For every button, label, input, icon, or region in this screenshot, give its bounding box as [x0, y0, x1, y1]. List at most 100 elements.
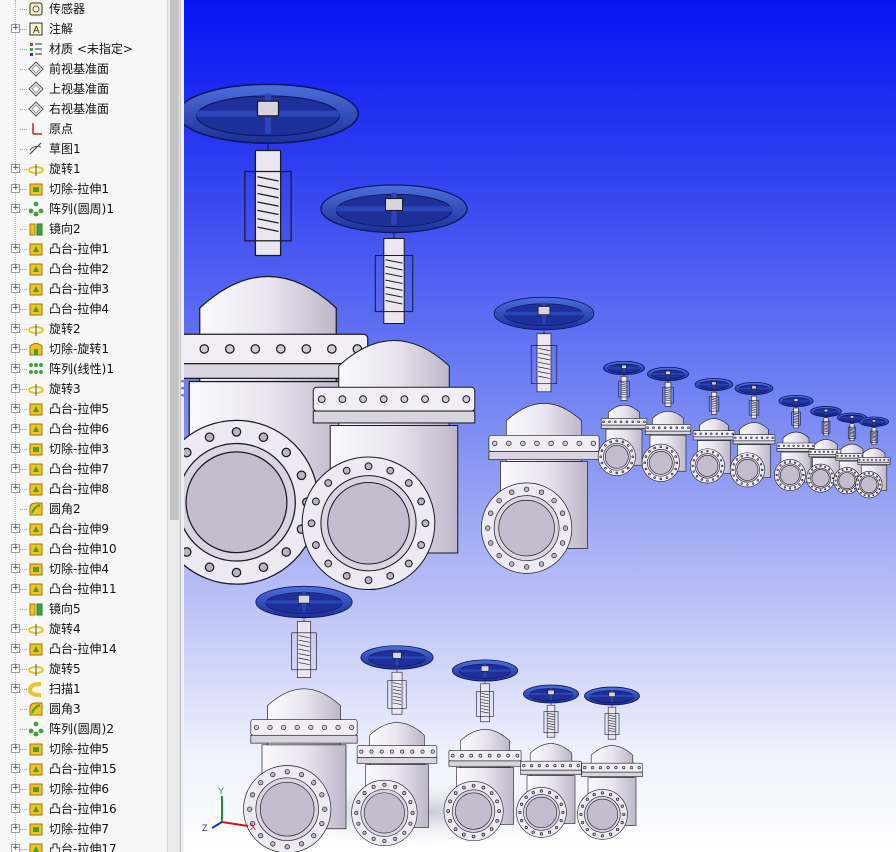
- tree-item[interactable]: 圆角3: [0, 699, 167, 719]
- tree-item[interactable]: 阵列(圆周)2: [0, 719, 167, 739]
- gate-valve-model[interactable]: [301, 184, 476, 591]
- expand-toggle-icon[interactable]: +: [11, 524, 20, 533]
- tree-item-label: 圆角2: [49, 502, 81, 516]
- tree-item[interactable]: 上视基准面: [0, 79, 167, 99]
- tree-item[interactable]: + 切除-拉伸3: [0, 439, 167, 459]
- expand-toggle-icon[interactable]: +: [11, 184, 20, 193]
- tree-item[interactable]: 原点: [0, 119, 167, 139]
- expand-toggle-icon[interactable]: +: [11, 644, 20, 653]
- tree-scrollbar[interactable]: [167, 0, 181, 852]
- tree-item[interactable]: + 阵列(线性)1: [0, 359, 167, 379]
- gate-valve-model[interactable]: [481, 296, 600, 574]
- tree-item[interactable]: 前视基准面: [0, 59, 167, 79]
- tree-item[interactable]: + 凸台-拉伸2: [0, 259, 167, 279]
- tree-item[interactable]: 右视基准面: [0, 99, 167, 119]
- revolve-icon: [28, 164, 44, 176]
- expand-toggle-icon[interactable]: +: [11, 664, 20, 673]
- tree-item[interactable]: + 旋转5: [0, 659, 167, 679]
- expand-toggle-icon[interactable]: +: [11, 464, 20, 473]
- expand-toggle-icon[interactable]: +: [11, 164, 20, 173]
- tree-item[interactable]: + 凸台-拉伸8: [0, 479, 167, 499]
- tree-item[interactable]: + 凸台-拉伸4: [0, 299, 167, 319]
- tree-item[interactable]: + 凸台-拉伸11: [0, 579, 167, 599]
- tree-item[interactable]: + 切除-拉伸7: [0, 819, 167, 839]
- tree-item[interactable]: + 凸台-拉伸14: [0, 639, 167, 659]
- expand-toggle-icon[interactable]: +: [11, 784, 20, 793]
- expand-toggle-icon[interactable]: +: [11, 564, 20, 573]
- tree-item[interactable]: + 切除-拉伸1: [0, 179, 167, 199]
- gate-valve-model[interactable]: [577, 686, 643, 840]
- gate-valve-model[interactable]: [351, 645, 438, 846]
- tree-item[interactable]: 草图1: [0, 139, 167, 159]
- expand-toggle-icon[interactable]: +: [11, 624, 20, 633]
- gate-valve-model[interactable]: [729, 381, 776, 488]
- expand-toggle-icon[interactable]: +: [11, 824, 20, 833]
- expand-toggle-icon[interactable]: +: [11, 324, 20, 333]
- gate-valve-model[interactable]: [243, 585, 358, 852]
- cut-revolve-icon: [29, 343, 43, 356]
- tree-connector: [20, 789, 27, 790]
- tree-item[interactable]: + A 注解: [0, 19, 167, 39]
- tree-item[interactable]: + 阵列(圆周)1: [0, 199, 167, 219]
- tree-connector: [20, 729, 27, 730]
- gate-valve-model[interactable]: [597, 360, 648, 476]
- tree-item[interactable]: + 凸台-拉伸16: [0, 799, 167, 819]
- tree-item-label: 切除-拉伸5: [49, 742, 109, 756]
- expand-toggle-icon[interactable]: +: [11, 364, 20, 373]
- tree-item[interactable]: 传感器: [0, 0, 167, 19]
- tree-item[interactable]: + 凸台-拉伸17: [0, 839, 167, 852]
- tree-item[interactable]: + 凸台-拉伸10: [0, 539, 167, 559]
- expand-toggle-icon[interactable]: +: [11, 24, 20, 33]
- tree-item[interactable]: + 凸台-拉伸7: [0, 459, 167, 479]
- expand-toggle-icon[interactable]: +: [11, 544, 20, 553]
- tree-item-label: 凸台-拉伸6: [49, 422, 109, 436]
- expand-toggle-icon[interactable]: +: [11, 384, 20, 393]
- tree-item[interactable]: + 旋转2: [0, 319, 167, 339]
- boss-extrude-icon: [29, 423, 43, 436]
- expand-toggle-icon[interactable]: +: [11, 284, 20, 293]
- tree-connector: [20, 249, 27, 250]
- gate-valve-model[interactable]: [855, 416, 891, 499]
- expand-toggle-icon[interactable]: +: [11, 684, 20, 693]
- expand-toggle-icon[interactable]: +: [11, 804, 20, 813]
- gate-valve-model[interactable]: [516, 684, 582, 838]
- expand-toggle-icon[interactable]: +: [11, 304, 20, 313]
- tree-item[interactable]: + 凸台-拉伸3: [0, 279, 167, 299]
- tree-item[interactable]: 镜向2: [0, 219, 167, 239]
- tree-item[interactable]: 镜向5: [0, 599, 167, 619]
- tree-item[interactable]: + 凸台-拉伸15: [0, 759, 167, 779]
- tree-item[interactable]: + 切除-拉伸6: [0, 779, 167, 799]
- tree-item[interactable]: + 旋转1: [0, 159, 167, 179]
- expand-toggle-icon[interactable]: +: [11, 344, 20, 353]
- tree-item[interactable]: + 切除-拉伸5: [0, 739, 167, 759]
- tree-item[interactable]: + 凸台-拉伸6: [0, 419, 167, 439]
- tree-item[interactable]: + 扫描1: [0, 679, 167, 699]
- gate-valve-model[interactable]: [689, 377, 736, 484]
- tree-item[interactable]: + 旋转3: [0, 379, 167, 399]
- expand-toggle-icon[interactable]: +: [11, 764, 20, 773]
- expand-toggle-icon[interactable]: +: [11, 404, 20, 413]
- expand-toggle-icon[interactable]: +: [11, 444, 20, 453]
- expand-toggle-icon[interactable]: +: [11, 584, 20, 593]
- expand-toggle-icon[interactable]: +: [11, 264, 20, 273]
- gate-valve-model[interactable]: [443, 659, 522, 842]
- tree-item[interactable]: 圆角2: [0, 499, 167, 519]
- gate-valve-model[interactable]: [641, 366, 692, 482]
- tree-item[interactable]: + 凸台-拉伸1: [0, 239, 167, 259]
- tree-item[interactable]: + 凸台-拉伸9: [0, 519, 167, 539]
- tree-item[interactable]: + 切除-拉伸4: [0, 559, 167, 579]
- expand-toggle-icon[interactable]: +: [11, 204, 20, 213]
- expand-toggle-icon[interactable]: +: [11, 484, 20, 493]
- tree-item[interactable]: + 旋转4: [0, 619, 167, 639]
- tree-item[interactable]: + 切除-旋转1: [0, 339, 167, 359]
- expand-toggle-icon[interactable]: +: [11, 744, 20, 753]
- tree-item[interactable]: + 凸台-拉伸5: [0, 399, 167, 419]
- tree-connector: [20, 49, 27, 50]
- expand-toggle-icon[interactable]: +: [11, 844, 20, 852]
- tree-item[interactable]: 材质 <未指定>: [0, 39, 167, 59]
- expand-toggle-icon[interactable]: +: [11, 424, 20, 433]
- graphics-area[interactable]: Y X Z: [184, 0, 896, 852]
- expand-toggle-icon[interactable]: +: [11, 244, 20, 253]
- scrollbar-thumb[interactable]: [170, 0, 179, 520]
- plane-icon: [28, 61, 44, 77]
